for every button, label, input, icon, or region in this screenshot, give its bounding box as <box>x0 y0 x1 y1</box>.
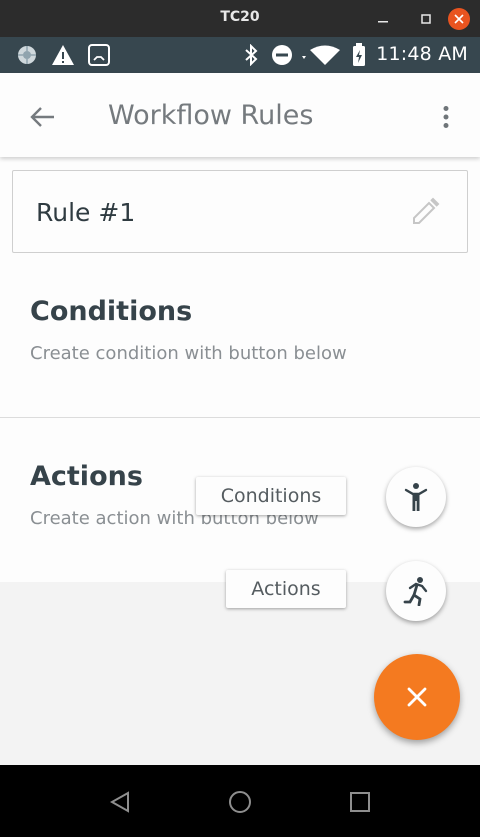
person-running-icon <box>403 577 428 606</box>
pencil-icon <box>413 197 440 224</box>
add-action-button[interactable] <box>386 561 446 621</box>
edit-rule-name-button[interactable] <box>410 197 440 227</box>
app-bar: Workflow Rules <box>0 73 480 157</box>
rule-name: Rule #1 <box>36 198 136 227</box>
actions-heading: Actions <box>30 461 143 492</box>
conditions-heading: Conditions <box>30 296 193 327</box>
page-title: Workflow Rules <box>108 100 314 131</box>
window-titlebar: TC20 <box>0 0 480 37</box>
maximize-button[interactable] <box>415 8 437 30</box>
conditions-hint: Create condition with button below <box>30 343 347 364</box>
arrow-back-icon <box>30 107 54 127</box>
add-condition-button[interactable] <box>386 467 446 527</box>
navigation-bar <box>0 765 480 837</box>
square-recents-icon <box>350 792 370 812</box>
aperture-icon <box>16 43 38 67</box>
warning-icon <box>51 43 75 67</box>
wifi-icon <box>300 43 342 67</box>
back-button[interactable] <box>22 97 62 137</box>
close-icon <box>454 14 464 24</box>
nav-recents-button[interactable] <box>345 787 375 817</box>
close-icon <box>407 687 427 707</box>
bluetooth-icon <box>243 43 259 67</box>
nav-back-button[interactable] <box>105 787 135 817</box>
status-bar: 11:48 AM <box>0 37 480 73</box>
minimize-icon <box>378 21 388 23</box>
battery-charging-icon <box>352 43 366 67</box>
close-window-button[interactable] <box>448 8 470 30</box>
add-condition-label[interactable]: Conditions <box>196 477 346 515</box>
minimize-button[interactable] <box>372 8 394 30</box>
window-title: TC20 <box>220 9 260 25</box>
add-action-label[interactable]: Actions <box>226 570 346 608</box>
person-standing-icon <box>404 483 428 511</box>
tablet-icon <box>87 43 111 67</box>
circle-home-icon <box>229 791 251 813</box>
nav-home-button[interactable] <box>225 787 255 817</box>
close-fab-menu-button[interactable] <box>374 654 460 740</box>
triangle-back-icon <box>109 791 129 813</box>
more-vert-icon <box>443 106 449 128</box>
maximize-icon <box>421 14 431 24</box>
status-time: 11:48 AM <box>376 43 468 65</box>
overflow-menu-button[interactable] <box>426 97 466 137</box>
section-divider <box>0 417 480 418</box>
rule-name-field[interactable]: Rule #1 <box>12 170 468 253</box>
do-not-disturb-icon <box>271 43 293 67</box>
